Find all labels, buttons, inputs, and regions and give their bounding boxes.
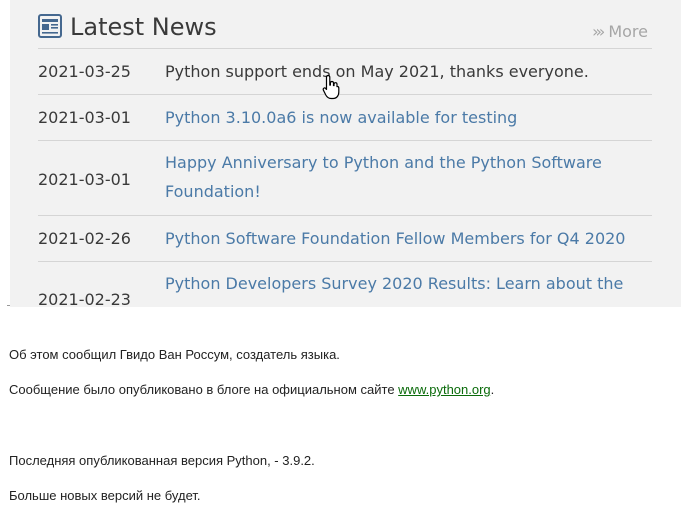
- news-item: 2021-03-25 Python support ends on May 20…: [38, 49, 652, 95]
- article-text: Об этом сообщил Гвидо Ван Россум, создат…: [9, 347, 340, 362]
- news-link[interactable]: Python 3.10.0a6 is now available for tes…: [165, 103, 635, 132]
- divider-mark: [7, 305, 10, 306]
- article-paragraph: Сообщение было опубликовано в блоге на о…: [9, 382, 494, 398]
- newspaper-icon: [38, 14, 62, 38]
- more-label: More: [608, 22, 648, 41]
- news-date: 2021-02-26: [38, 229, 131, 248]
- news-header: Latest News ››› More: [38, 0, 652, 49]
- news-date: 2021-03-01: [38, 108, 131, 127]
- article-text: .: [490, 382, 495, 397]
- hand-pointer-icon: [322, 74, 340, 100]
- latest-news-widget: Latest News ››› More 2021-03-25 Python su…: [10, 0, 681, 307]
- more-link[interactable]: ››› More: [592, 22, 648, 42]
- article-text: Больше новых версий не будет.: [9, 488, 201, 503]
- python-org-link[interactable]: www.python.org: [398, 382, 491, 397]
- news-item: 2021-03-01 Happy Anniversary to Python a…: [38, 141, 652, 216]
- news-item: 2021-03-01 Python 3.10.0a6 is now availa…: [38, 95, 652, 141]
- news-title: Latest News: [70, 13, 217, 41]
- news-date: 2021-03-25: [38, 62, 131, 81]
- news-link[interactable]: Python Software Foundation Fellow Member…: [165, 224, 635, 253]
- news-link[interactable]: Python support ends on May 2021, thanks …: [165, 57, 635, 86]
- news-item: 2021-02-23 Python Developers Survey 2020…: [38, 262, 652, 307]
- news-date: 2021-02-23: [38, 290, 131, 307]
- article-text: Сообщение было опубликовано в блоге на о…: [9, 382, 399, 397]
- news-link[interactable]: Python Developers Survey 2020 Results: L…: [165, 269, 635, 298]
- article-paragraph: Об этом сообщил Гвидо Ван Россум, создат…: [9, 347, 340, 363]
- article-paragraph: Больше новых версий не будет.: [9, 488, 201, 504]
- article-paragraph: Последняя опубликованная версия Python, …: [9, 453, 315, 469]
- news-item: 2021-02-26 Python Software Foundation Fe…: [38, 216, 652, 262]
- article-text: Последняя опубликованная версия Python, …: [9, 453, 315, 468]
- chevrons-right-icon: ›››: [592, 22, 605, 41]
- news-date: 2021-03-01: [38, 170, 131, 189]
- news-link[interactable]: Happy Anniversary to Python and the Pyth…: [165, 148, 635, 206]
